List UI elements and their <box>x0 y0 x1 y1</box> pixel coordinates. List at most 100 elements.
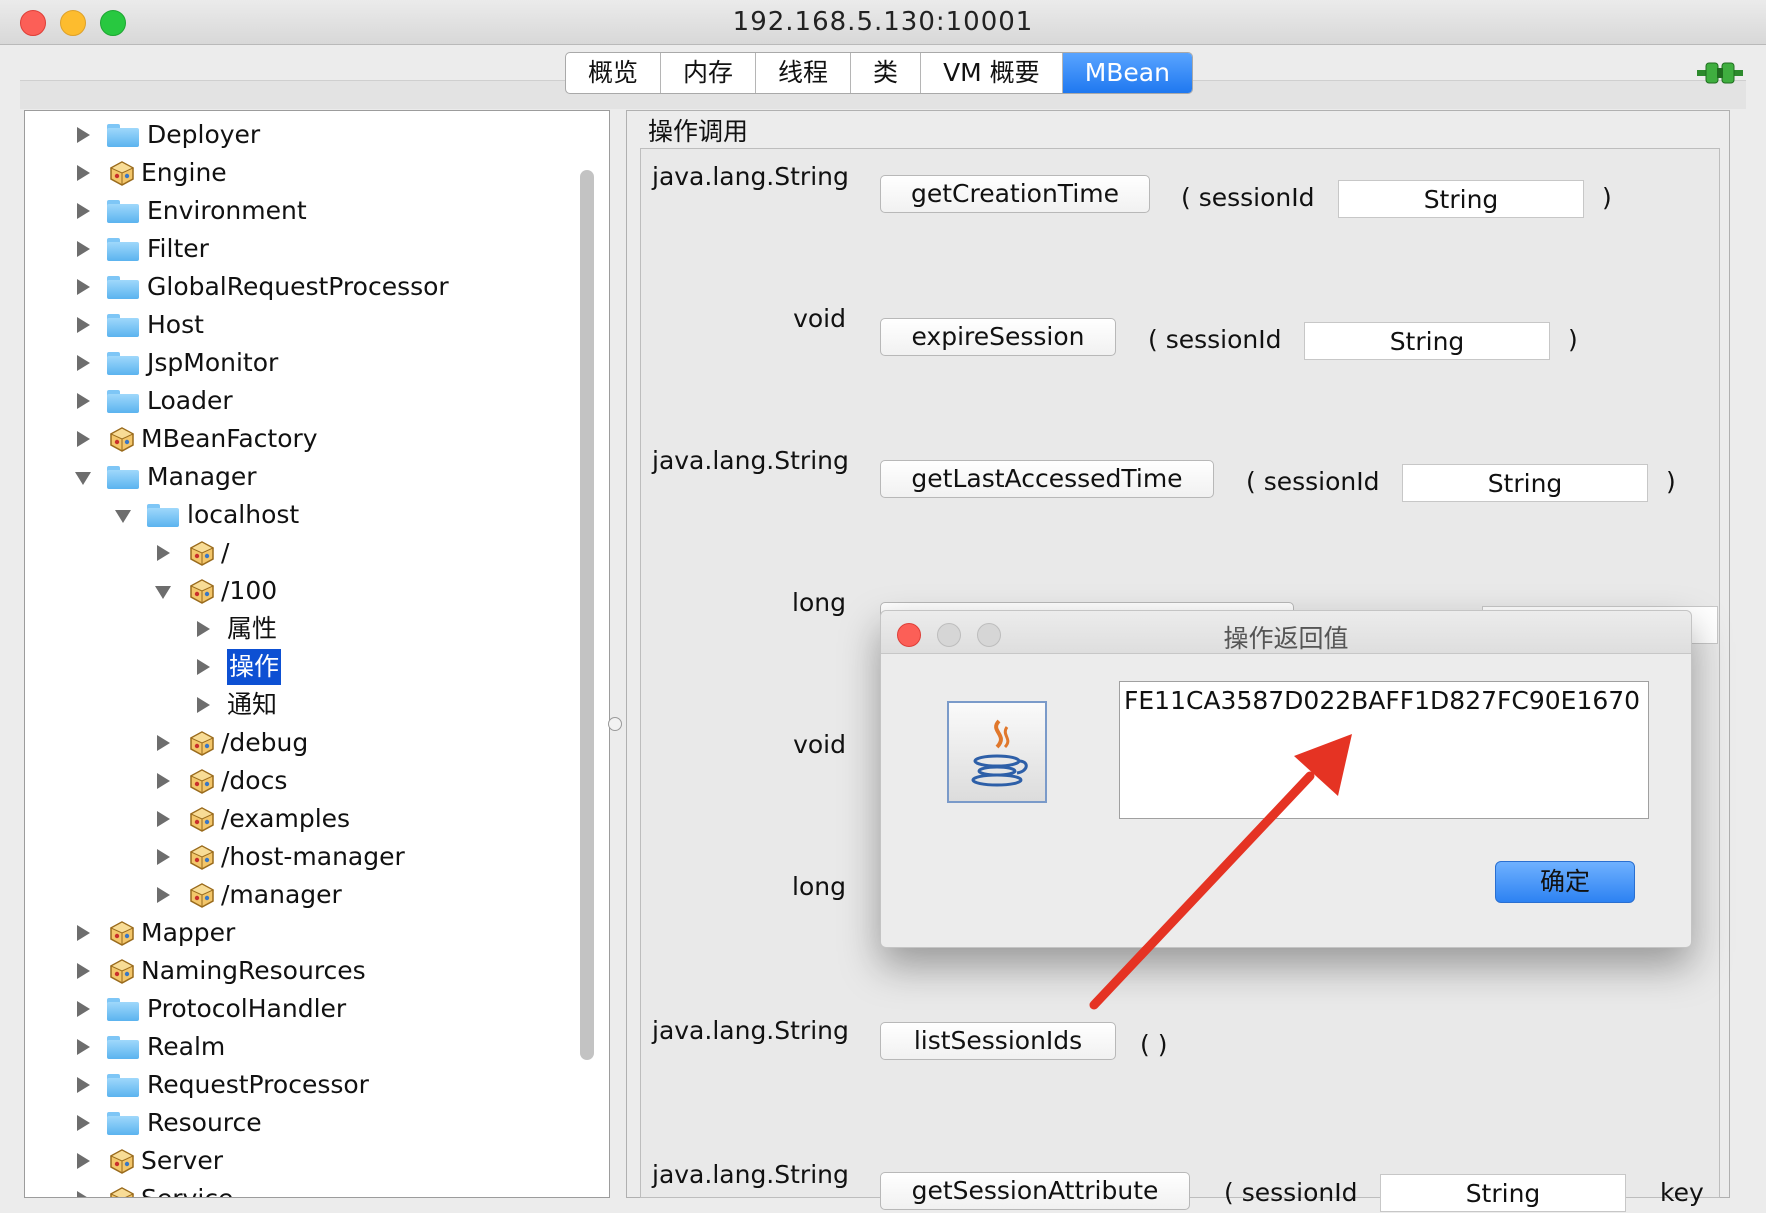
tree-node[interactable]: localhost <box>25 497 585 533</box>
tree-node[interactable]: Resource <box>25 1105 585 1141</box>
expand-triangle-icon[interactable] <box>157 735 170 751</box>
tree-node[interactable]: Mapper <box>25 915 585 951</box>
mbean-icon <box>189 768 215 794</box>
expand-triangle-icon[interactable] <box>77 1115 90 1131</box>
expand-triangle-icon[interactable] <box>197 697 210 713</box>
tree-node-label: GlobalRequestProcessor <box>147 272 449 301</box>
expand-triangle-icon[interactable] <box>77 165 90 181</box>
return-type: java.lang.String <box>652 1016 849 1045</box>
tab-overview[interactable]: 概览 <box>566 53 662 93</box>
tab-classes[interactable]: 类 <box>851 53 922 93</box>
tree-node[interactable]: Realm <box>25 1029 585 1065</box>
op-button-getLastAccessedTime[interactable]: getLastAccessedTime <box>880 460 1214 498</box>
tab-threads[interactable]: 线程 <box>756 53 852 93</box>
collapse-triangle-icon[interactable] <box>115 510 131 523</box>
expand-triangle-icon[interactable] <box>77 1191 90 1197</box>
mbean-icon <box>109 1186 135 1197</box>
tree-node-label: / <box>221 538 230 567</box>
tree-node[interactable]: /debug <box>25 725 585 761</box>
expand-triangle-icon[interactable] <box>157 773 170 789</box>
param-open: ( ) <box>1140 1030 1168 1059</box>
expand-triangle-icon[interactable] <box>197 621 210 637</box>
expand-triangle-icon[interactable] <box>77 241 90 257</box>
op-button-getSessionAttribute[interactable]: getSessionAttribute <box>880 1172 1190 1210</box>
op-button-expireSession[interactable]: expireSession <box>880 318 1116 356</box>
split-pane-divider[interactable] <box>608 717 622 731</box>
collapse-triangle-icon[interactable] <box>75 472 91 485</box>
tree-node[interactable]: 通知 <box>25 687 585 723</box>
tree-node[interactable]: / <box>25 535 585 571</box>
connection-status-icon[interactable] <box>1697 61 1743 85</box>
tree-node[interactable]: Manager <box>25 459 585 495</box>
tree-node[interactable]: ProtocolHandler <box>25 991 585 1027</box>
expand-triangle-icon[interactable] <box>77 963 90 979</box>
tab-vm-summary[interactable]: VM 概要 <box>921 53 1063 93</box>
expand-triangle-icon[interactable] <box>77 431 90 447</box>
return-type: void <box>793 304 846 333</box>
tree-node[interactable]: Engine <box>25 155 585 191</box>
tree-node[interactable]: JspMonitor <box>25 345 585 381</box>
window-titlebar: 192.168.5.130:10001 <box>0 0 1766 45</box>
expand-triangle-icon[interactable] <box>77 1077 90 1093</box>
tree-node[interactable]: /host-manager <box>25 839 585 875</box>
expand-triangle-icon[interactable] <box>77 203 90 219</box>
tree-node-label: /host-manager <box>221 842 405 871</box>
param-input-sessionId[interactable]: String <box>1380 1174 1626 1212</box>
tree-scrollbar[interactable] <box>580 170 594 1060</box>
expand-triangle-icon[interactable] <box>77 355 90 371</box>
op-button-listSessionIds[interactable]: listSessionIds <box>880 1022 1116 1060</box>
tree-node[interactable]: /examples <box>25 801 585 837</box>
expand-triangle-icon[interactable] <box>77 1001 90 1017</box>
tree-node[interactable]: RequestProcessor <box>25 1067 585 1103</box>
expand-triangle-icon[interactable] <box>157 849 170 865</box>
tab-mbean[interactable]: MBean <box>1062 53 1192 93</box>
param-input-sessionId[interactable]: String <box>1338 180 1584 218</box>
tree-node[interactable]: Environment <box>25 193 585 229</box>
expand-triangle-icon[interactable] <box>77 393 90 409</box>
tree-node[interactable]: Server <box>25 1143 585 1179</box>
expand-triangle-icon[interactable] <box>77 127 90 143</box>
param-input-sessionId[interactable]: String <box>1402 464 1648 502</box>
return-type: java.lang.String <box>652 446 849 475</box>
expand-triangle-icon[interactable] <box>157 545 170 561</box>
tree-node[interactable]: MBeanFactory <box>25 421 585 457</box>
tree-node[interactable]: 属性 <box>25 611 585 647</box>
tree-node[interactable]: Host <box>25 307 585 343</box>
expand-triangle-icon[interactable] <box>157 811 170 827</box>
expand-triangle-icon[interactable] <box>77 279 90 295</box>
expand-triangle-icon[interactable] <box>77 925 90 941</box>
result-textarea[interactable]: FE11CA3587D022BAFF1D827FC90E1670 <box>1119 681 1649 819</box>
collapse-triangle-icon[interactable] <box>155 586 171 599</box>
op-button-getCreationTime[interactable]: getCreationTime <box>880 175 1150 213</box>
tree-node[interactable]: Loader <box>25 383 585 419</box>
expand-triangle-icon[interactable] <box>157 887 170 903</box>
tree-node[interactable]: /docs <box>25 763 585 799</box>
tree-node[interactable]: Service <box>25 1181 585 1197</box>
param-open: ( sessionId <box>1224 1178 1358 1207</box>
tree-node-label: Deployer <box>147 120 261 149</box>
param-input-sessionId[interactable]: String <box>1304 322 1550 360</box>
mbean-tree[interactable]: Deployer Engine Environment Filter GlobalReq… <box>24 110 610 1198</box>
expand-triangle-icon[interactable] <box>77 1039 90 1055</box>
tab-memory[interactable]: 内存 <box>661 53 757 93</box>
expand-triangle-icon[interactable] <box>77 317 90 333</box>
tree-node[interactable]: /manager <box>25 877 585 913</box>
folder-icon <box>107 352 139 375</box>
tree-node[interactable]: 操作 <box>25 649 585 685</box>
tree-node[interactable]: Deployer <box>25 117 585 153</box>
tree-node[interactable]: GlobalRequestProcessor <box>25 269 585 305</box>
tree-node-label: Realm <box>147 1032 226 1061</box>
expand-triangle-icon[interactable] <box>197 659 210 675</box>
folder-icon <box>107 466 139 489</box>
dialog-title: 操作返回值 <box>1223 624 1349 653</box>
expand-triangle-icon[interactable] <box>77 1153 90 1169</box>
mbean-icon <box>109 920 135 946</box>
mbean-icon <box>109 958 135 984</box>
tree-node[interactable]: Filter <box>25 231 585 267</box>
tree-node[interactable]: /100 <box>25 573 585 609</box>
return-type: java.lang.String <box>652 1160 849 1189</box>
tree-node-label: Manager <box>147 462 257 491</box>
ok-button[interactable]: 确定 <box>1495 861 1635 903</box>
folder-icon <box>107 1112 139 1135</box>
tree-node[interactable]: NamingResources <box>25 953 585 989</box>
